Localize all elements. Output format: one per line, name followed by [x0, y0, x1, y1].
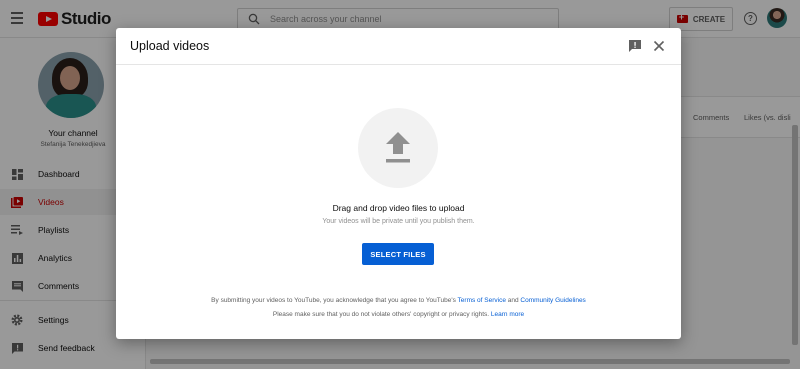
dialog-header: Upload videos — [116, 28, 681, 65]
upload-arrow-icon — [386, 132, 410, 163]
policy-notice: Please make sure that you do not violate… — [116, 311, 681, 318]
select-files-button[interactable]: SELECT FILES — [362, 243, 434, 265]
terms-notice: By submitting your videos to YouTube, yo… — [116, 297, 681, 304]
terms-of-service-link[interactable]: Terms of Service — [458, 297, 506, 304]
upload-videos-dialog: Upload videos Drag and drop video files … — [116, 28, 681, 339]
learn-more-link[interactable]: Learn more — [491, 311, 524, 318]
community-guidelines-link[interactable]: Community Guidelines — [520, 297, 585, 304]
dialog-title: Upload videos — [130, 39, 210, 53]
upload-drop-zone[interactable] — [358, 108, 438, 188]
terms-and: and — [505, 297, 521, 304]
terms-prefix: By submitting your videos to YouTube, yo… — [211, 297, 458, 304]
policy-text: Please make sure that you do not violate… — [272, 311, 491, 318]
close-icon[interactable] — [653, 40, 665, 52]
send-feedback-icon[interactable] — [629, 40, 641, 52]
drag-drop-instructions: Drag and drop video files to upload — [332, 203, 465, 213]
privacy-note: Your videos will be private until you pu… — [322, 218, 475, 225]
